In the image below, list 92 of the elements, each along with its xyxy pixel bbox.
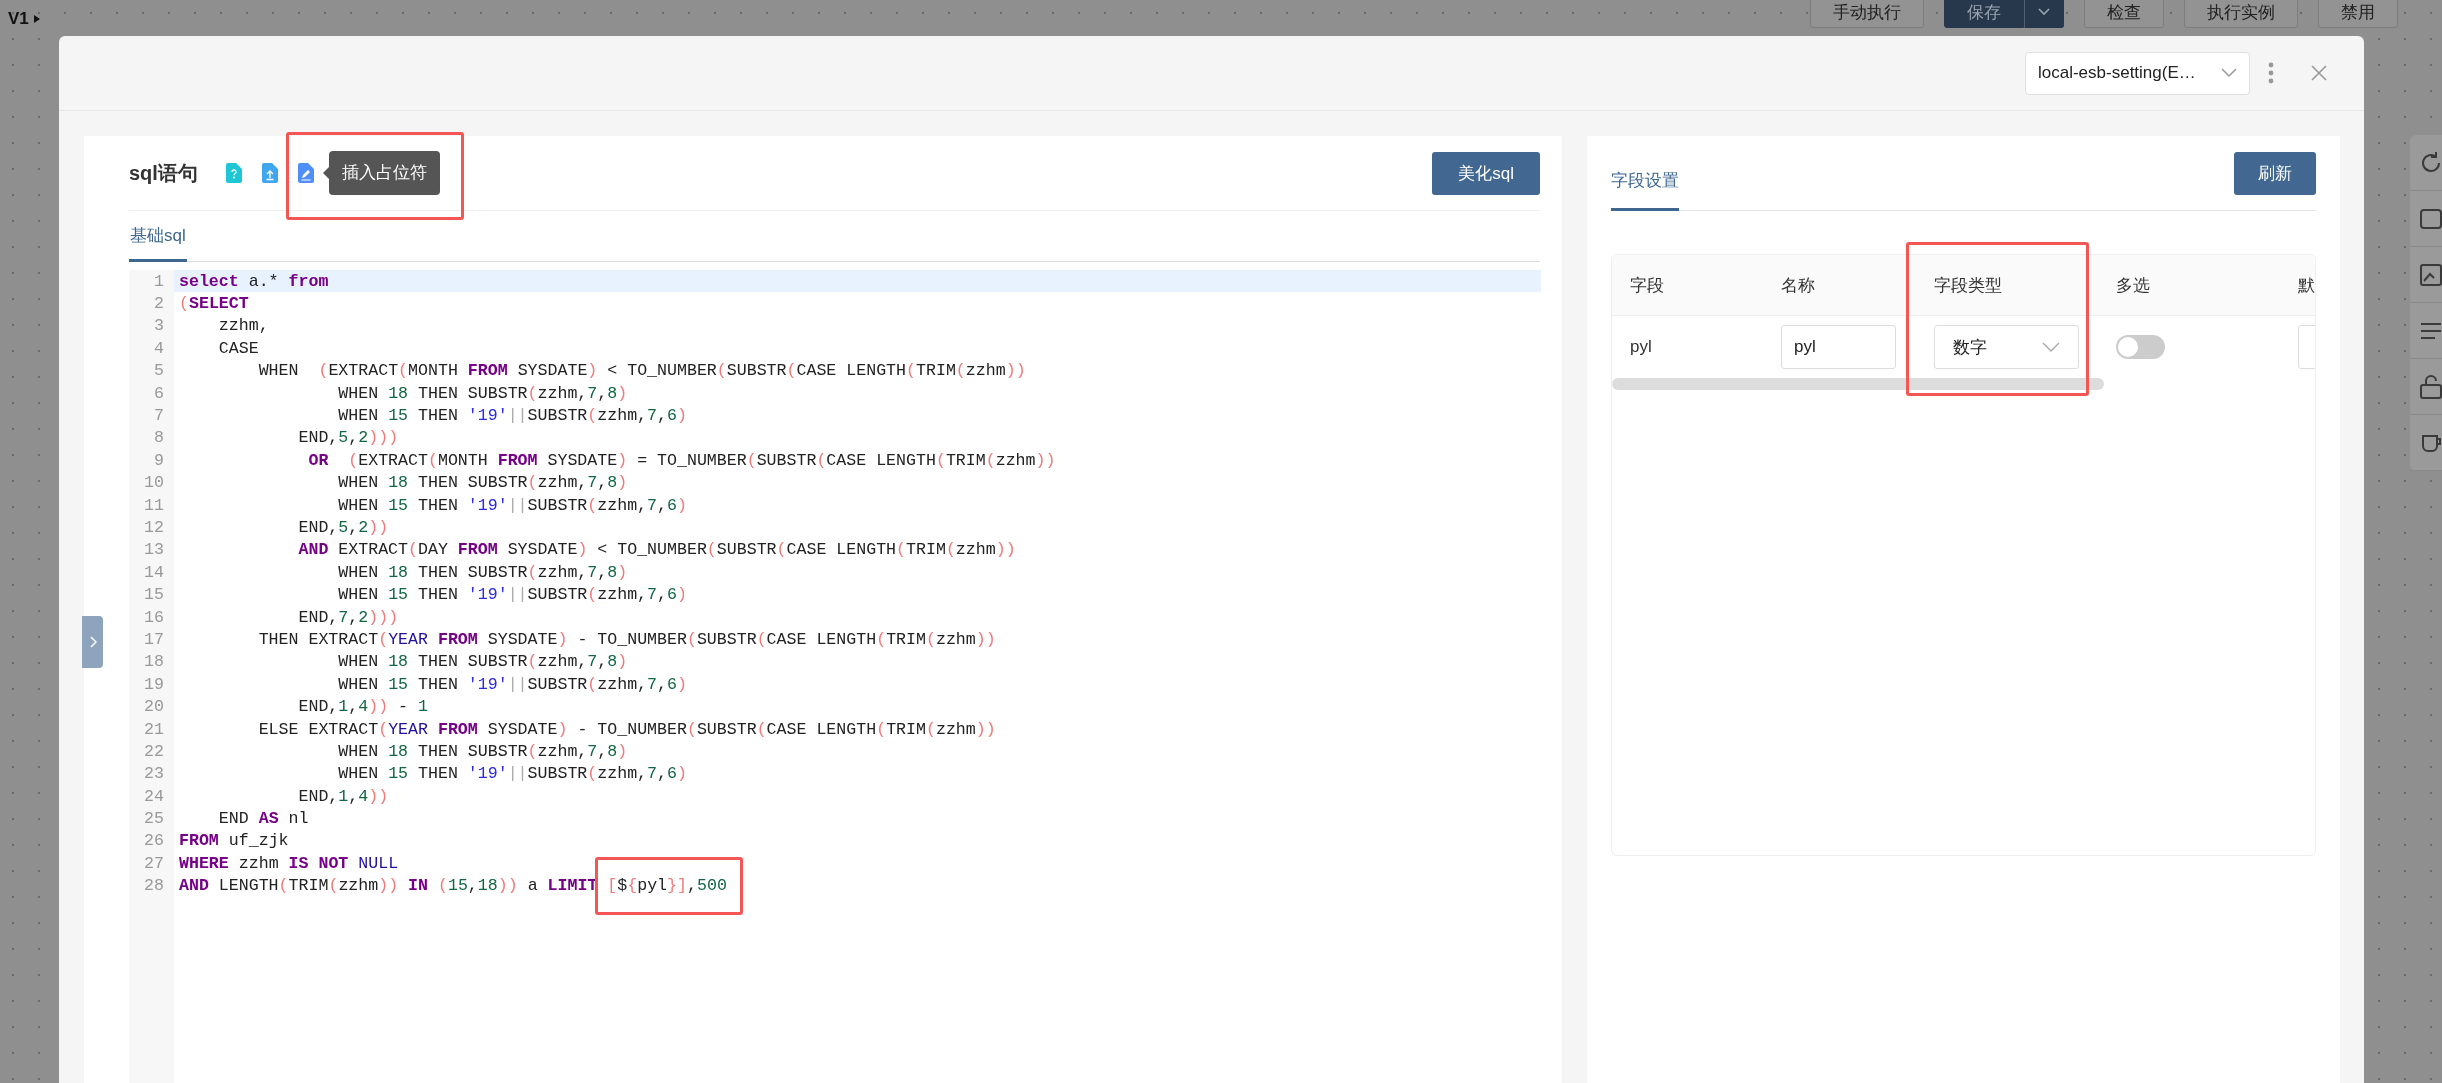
column-header: 字段: [1612, 255, 1780, 316]
line-number: 11: [143, 495, 165, 515]
code-line: WHEN 18 THEN SUBSTR(zzhm,7,8): [337, 740, 629, 763]
line-number: 12: [143, 518, 165, 537]
datasource-select[interactable]: local-esb-setting(E…: [2025, 51, 2250, 95]
version-label: V1: [8, 9, 29, 29]
dropdown-button[interactable]: [2024, 0, 2064, 28]
line-number: 8: [153, 428, 165, 448]
lock-icon[interactable]: [2418, 373, 2442, 400]
line-number: 27: [143, 853, 165, 873]
line-number: 26: [143, 831, 165, 851]
refresh-button[interactable]: 刷新: [2234, 151, 2316, 195]
save-button[interactable]: 保存: [1944, 0, 2024, 28]
help-file-icon[interactable]: [225, 163, 242, 183]
line-number: 13: [143, 540, 165, 560]
toolbar-button[interactable]: 执行实例: [2184, 0, 2298, 28]
toolbar-button[interactable]: 手动执行: [1810, 0, 1924, 28]
close-icon[interactable]: [2310, 64, 2328, 82]
code-line: WHEN 15 THEN '19'||SUBSTR(zzhm,7,6): [337, 584, 688, 606]
column-header: 默: [2297, 255, 2315, 316]
edit-file-icon[interactable]: [297, 163, 314, 183]
collapse-handle[interactable]: [82, 616, 103, 668]
tab[interactable]: 字段设置: [1611, 136, 1679, 211]
line-number: 21: [143, 719, 165, 739]
panel-title: sql语句: [129, 160, 198, 186]
line-number: 20: [143, 697, 165, 717]
code-line: WHERE zzhm IS NOT NULL: [178, 852, 400, 875]
code-line: WHEN 18 THEN SUBSTR(zzhm,7,8): [337, 561, 629, 584]
code-line: WHEN 15 THEN '19'||SUBSTR(zzhm,7,6): [337, 405, 688, 427]
code-line: END,7,2))): [297, 606, 400, 629]
code-line: WHEN 18 THEN SUBSTR(zzhm,7,8): [337, 382, 629, 405]
tab[interactable]: 基础sql: [129, 211, 187, 262]
image-icon[interactable]: [2418, 261, 2442, 288]
line-number: 22: [143, 741, 165, 761]
code-line: END,5,2)): [297, 517, 390, 539]
upload-file-icon[interactable]: [261, 163, 278, 183]
table-cell: pyl: [1630, 337, 1652, 357]
scrollbar[interactable]: [1612, 378, 2104, 390]
toggle-switch[interactable]: [2116, 335, 2165, 359]
line-number: 18: [143, 652, 165, 672]
line-number: 16: [143, 607, 165, 627]
code-line: ELSE EXTRACT(YEAR FROM SYSDATE) - TO_NUMBER(SUBSTR(CASE LENGTH(TRIM(zzhm)): [257, 718, 997, 741]
line-number: 7: [153, 406, 165, 426]
line-number: 3: [153, 316, 165, 336]
code-line: OR (EXTRACT(MONTH FROM SYSDATE) = TO_NUMBER(SUBSTR(CASE LENGTH(TRIM(zzhm)): [307, 449, 1057, 472]
line-number: 6: [153, 383, 165, 403]
code-line: FROM uf_zjk: [178, 830, 290, 853]
line-number: 24: [143, 786, 165, 806]
chevron-down-icon: [2037, 7, 2051, 17]
code-line: WHEN 18 THEN SUBSTR(zzhm,7,8): [337, 651, 629, 674]
line-number: 23: [143, 764, 165, 784]
code-line: END AS nl: [217, 808, 310, 830]
tooltip: 插入占位符: [328, 151, 440, 195]
toolbar-button[interactable]: 禁用: [2318, 0, 2398, 28]
line-number: 5: [153, 361, 165, 381]
line-number: 19: [143, 674, 165, 694]
chevron-right-icon: [88, 636, 97, 648]
caret-icon[interactable]: [32, 14, 41, 24]
code-line: END,1,4)): [297, 785, 390, 808]
line-number: 14: [143, 562, 165, 582]
line-number: 17: [143, 629, 165, 649]
toolbar-button[interactable]: 检查: [2084, 0, 2164, 28]
code-line: WHEN 15 THEN '19'||SUBSTR(zzhm,7,6): [337, 673, 688, 696]
column-header: 多选: [2115, 255, 2297, 316]
line-number: 10: [143, 473, 165, 493]
more-icon[interactable]: [2268, 62, 2274, 84]
line-number: 25: [143, 809, 165, 829]
code-line: zzhm,: [217, 315, 270, 338]
line-number: 9: [153, 450, 165, 470]
chevron-down-icon: [2221, 68, 2237, 78]
code-line: WHEN 15 THEN '19'||SUBSTR(zzhm,7,6): [337, 763, 688, 785]
code-line: AND EXTRACT(DAY FROM SYSDATE) < TO_NUMBER(SUBSTR(CASE LENGTH(TRIM(zzhm)): [297, 539, 1017, 562]
code-line: (SELECT: [178, 293, 250, 315]
code-line: WHEN 18 THEN SUBSTR(zzhm,7,8): [337, 472, 629, 494]
code-line: THEN EXTRACT(YEAR FROM SYSDATE) - TO_NUMBER(SUBSTR(CASE LENGTH(TRIM(zzhm)): [257, 628, 997, 651]
beautify-button[interactable]: 美化sql: [1432, 151, 1540, 195]
chevron-down-icon: [2042, 342, 2060, 352]
type-select[interactable]: 数字: [1934, 325, 2079, 369]
line-number: 1: [153, 271, 165, 291]
code-line: END,1,4)) - 1: [297, 696, 429, 718]
name-field[interactable]: pyl: [1781, 325, 1896, 369]
column-header: 名称: [1780, 255, 1933, 316]
line-number: 15: [143, 585, 165, 605]
code-line: AND LENGTH(TRIM(zzhm)) IN (15,18)) a LIMIT [${pyl}],500: [174, 874, 1541, 897]
code-line: WHEN 15 THEN '19'||SUBSTR(zzhm,7,6): [337, 494, 688, 517]
code-line: CASE: [217, 337, 260, 360]
code-line: WHEN (EXTRACT(MONTH FROM SYSDATE) < TO_NUMBER(SUBSTR(CASE LENGTH(TRIM(zzhm)): [257, 360, 1027, 382]
column-header: 字段类型: [1933, 255, 2115, 316]
line-number: 2: [153, 294, 165, 314]
line-number: 28: [143, 876, 165, 896]
code-line: END,5,2))): [297, 427, 400, 450]
line-number: 4: [153, 338, 165, 358]
